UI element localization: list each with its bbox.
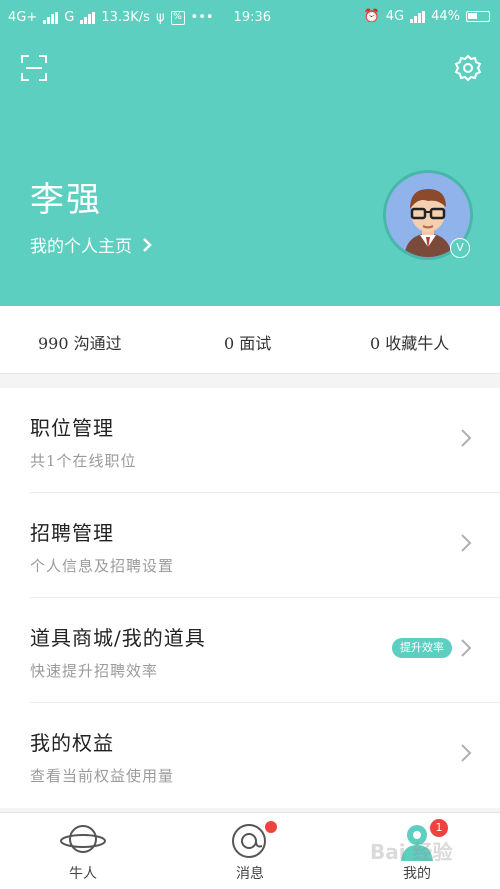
status-bar: 4G+ G 13.3K/s ψ % ••• 19:36 ⏰ 4G 44% [0, 0, 500, 36]
tab-talents[interactable]: 牛人 [0, 813, 166, 889]
chat-bubble-icon [232, 824, 266, 858]
homepage-link-label: 我的个人主页 [30, 237, 132, 257]
menu-item-title: 道具商城/我的道具 [30, 626, 206, 650]
menu-item-title: 我的权益 [30, 731, 114, 755]
menu-item-subtitle: 个人信息及招聘设置 [30, 557, 175, 575]
stat-interviews[interactable]: 0 面试 [224, 330, 271, 354]
my-homepage-link[interactable]: 我的个人主页 [30, 232, 152, 257]
menu-item-prop-store[interactable]: 道具商城/我的道具 快速提升招聘效率 提升效率 [30, 598, 500, 703]
tab-messages[interactable]: 消息 [167, 813, 333, 889]
tab-label: 牛人 [69, 866, 97, 882]
app-notification-icon: % [170, 10, 185, 25]
chevron-right-icon [461, 639, 472, 657]
watermark: Bai 经验 [370, 840, 453, 864]
boost-efficiency-tag: 提升效率 [392, 638, 452, 658]
notification-badge: 1 [430, 819, 448, 837]
chevron-right-icon [461, 534, 472, 552]
chevron-right-icon [143, 237, 152, 252]
menu-item-subtitle: 快速提升招聘效率 [30, 662, 159, 680]
signal-icon-2 [80, 11, 96, 24]
clock-time: 19:36 [233, 10, 272, 25]
signal-icon [43, 11, 59, 24]
tab-label: 我的 [403, 866, 431, 882]
unread-dot [265, 821, 277, 833]
tab-label: 消息 [236, 866, 264, 882]
menu-item-recruit-management[interactable]: 招聘管理 个人信息及招聘设置 [30, 493, 500, 598]
chevron-right-icon [461, 429, 472, 447]
stat-favorites[interactable]: 0 收藏牛人 [370, 330, 449, 354]
scan-icon[interactable] [20, 54, 48, 82]
network-speed: 13.3K/s [101, 10, 150, 25]
menu-item-subtitle: 查看当前权益使用量 [30, 767, 175, 785]
signal-icon-3 [410, 10, 426, 23]
menu-item-title: 职位管理 [30, 416, 114, 440]
user-name: 李强 [30, 180, 102, 220]
profile-header: 4G+ G 13.3K/s ψ % ••• 19:36 ⏰ 4G 44% 李强 … [0, 0, 500, 306]
menu-list: 职位管理 共1个在线职位 招聘管理 个人信息及招聘设置 道具商城/我的道具 快速… [0, 388, 500, 808]
verified-badge: V [450, 238, 470, 258]
settings-gear-icon[interactable] [454, 54, 482, 82]
network-label-3: 4G [385, 9, 405, 24]
menu-item-my-benefits[interactable]: 我的权益 查看当前权益使用量 [30, 703, 500, 808]
alarm-icon: ⏰ [363, 9, 380, 24]
network-label-2: G [64, 10, 75, 25]
more-dots: ••• [190, 10, 214, 25]
planet-icon [60, 825, 106, 853]
menu-item-job-management[interactable]: 职位管理 共1个在线职位 [30, 388, 500, 493]
battery-percent: 44% [431, 9, 460, 24]
stat-communicated[interactable]: 990 沟通过 [38, 330, 122, 354]
menu-item-subtitle: 共1个在线职位 [30, 452, 137, 470]
menu-item-title: 招聘管理 [30, 521, 114, 545]
network-label: 4G+ [8, 10, 38, 25]
stats-bar: 990 沟通过 0 面试 0 收藏牛人 [0, 306, 500, 374]
usb-icon: ψ [155, 10, 165, 25]
chevron-right-icon [461, 744, 472, 762]
battery-icon [466, 11, 490, 22]
